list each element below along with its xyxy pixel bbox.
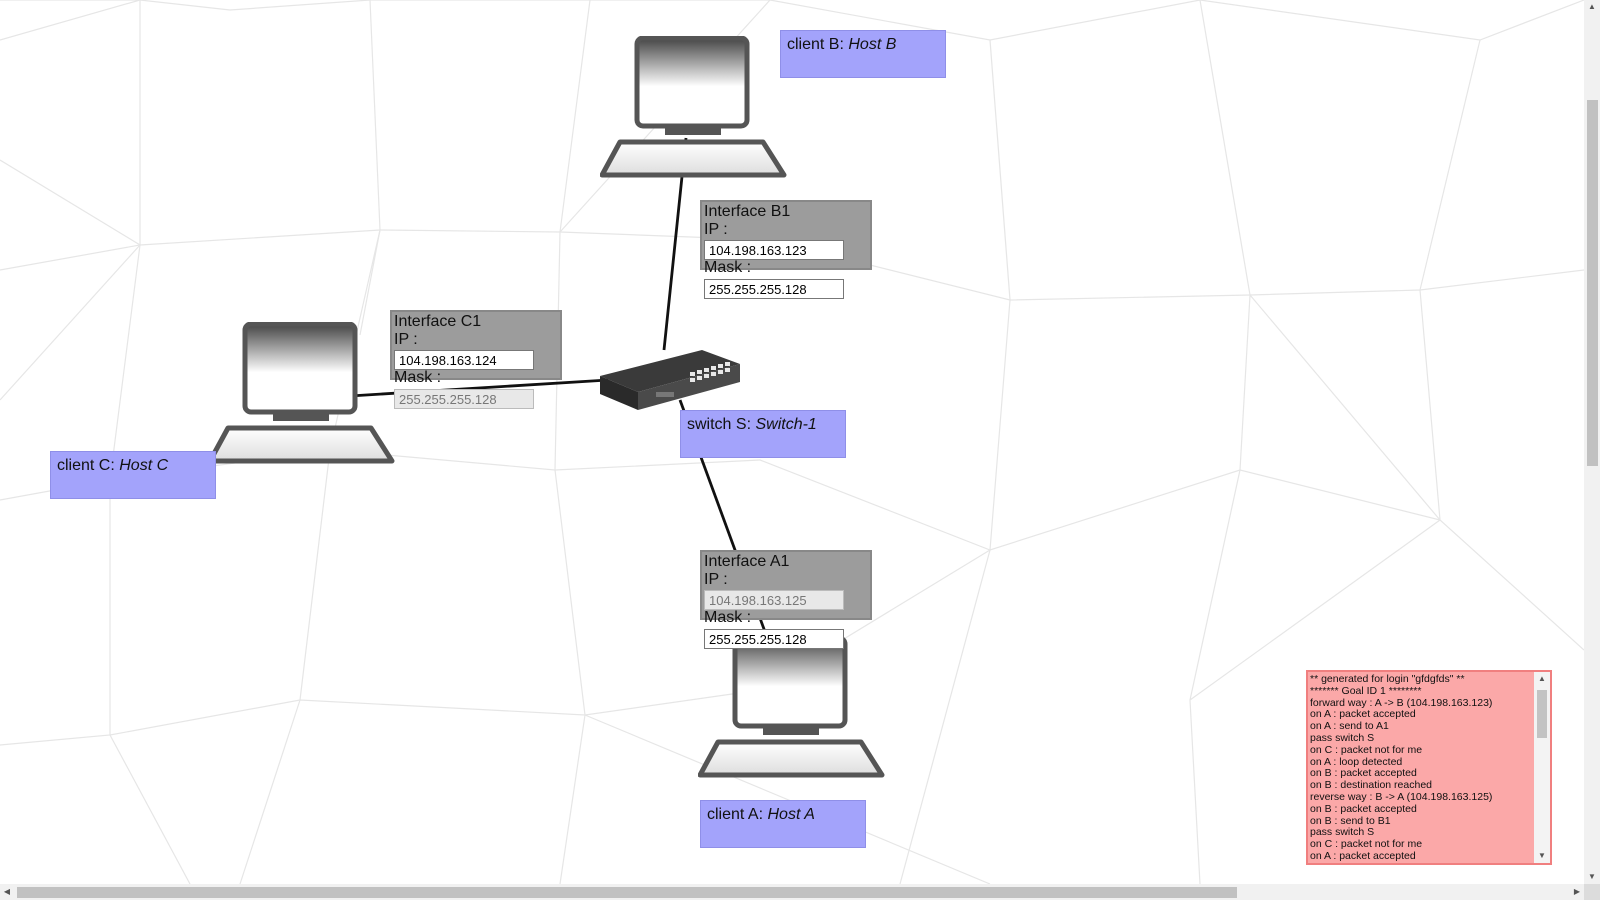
computer-icon-host-c[interactable] [208,322,398,472]
horizontal-scroll-thumb[interactable] [17,887,1237,898]
ip-input-b1[interactable] [704,240,844,260]
simulation-log-panel[interactable]: ** generated for login "gfdgfds" ** *****… [1306,670,1552,865]
client-name: Host C [119,457,169,474]
mask-input-c1 [394,389,534,409]
interface-panel-a1: Interface A1 IP : Mask : [700,550,872,649]
log-line: ******* Goal ID 1 ******** [1310,684,1422,697]
interface-title: Interface B1 [704,203,791,220]
scroll-up-icon[interactable]: ▲ [1534,672,1550,686]
scroll-left-icon[interactable]: ◀ [0,884,14,900]
mask-label: Mask : [704,609,752,626]
mask-label: Mask : [704,259,752,276]
interface-panel-b1: Interface B1 IP : Mask : [700,200,872,299]
client-prefix: client A: [707,806,768,823]
ip-label: IP : [704,221,728,238]
scroll-right-icon[interactable]: ▶ [1570,884,1584,900]
network-canvas[interactable]: client B: Host B client C: Host C client… [0,0,1584,884]
page-vertical-scrollbar[interactable]: ▲ ▼ [1584,0,1600,884]
scroll-up-icon[interactable]: ▲ [1584,0,1600,14]
interface-title: Interface A1 [704,553,790,570]
log-lines: ** generated for login "gfdgfds" ** *****… [1310,673,1532,863]
mask-input-a1[interactable] [704,629,844,649]
page-horizontal-scrollbar[interactable]: ◀ ▶ [0,884,1584,900]
ip-input-a1 [704,590,844,610]
client-label-host-c[interactable]: client C: Host C [50,451,216,499]
switch-name: Switch-1 [755,416,817,433]
client-prefix: client C: [57,457,120,474]
computer-icon-host-b[interactable] [600,36,790,186]
computer-icon-host-a[interactable] [698,636,888,786]
mask-input-b1[interactable] [704,279,844,299]
log-line: pass switch S [1310,731,1375,744]
interface-title: Interface C1 [394,313,482,330]
switch-prefix: switch S: [687,416,756,433]
client-prefix: client B: [787,36,849,53]
client-name: Host B [848,36,897,53]
log-line: on C : packet not for me [1310,743,1423,756]
client-label-host-b[interactable]: client B: Host B [780,30,946,78]
ip-input-c1[interactable] [394,350,534,370]
vertical-scroll-thumb[interactable] [1587,100,1598,466]
scroll-down-icon[interactable]: ▼ [1534,849,1550,863]
log-line: reverse way : B -> A (104.198.163.125) [1310,790,1493,803]
scrollbar-corner [1584,884,1600,900]
log-scroll-thumb[interactable] [1537,690,1547,738]
client-name: Host A [767,806,815,823]
network-switch-icon[interactable] [598,344,742,410]
ip-label: IP : [394,331,418,348]
log-scrollbar[interactable]: ▲ ▼ [1534,672,1550,863]
scroll-down-icon[interactable]: ▼ [1584,870,1600,884]
client-label-host-a[interactable]: client A: Host A [700,800,866,848]
mask-label: Mask : [394,369,442,386]
log-line: on B : packet accepted [1310,802,1417,815]
ip-label: IP : [704,571,728,588]
log-line: on A : packet accepted [1310,849,1416,862]
switch-label[interactable]: switch S: Switch-1 [680,410,846,458]
interface-panel-c1: Interface C1 IP : Mask : [390,310,562,409]
